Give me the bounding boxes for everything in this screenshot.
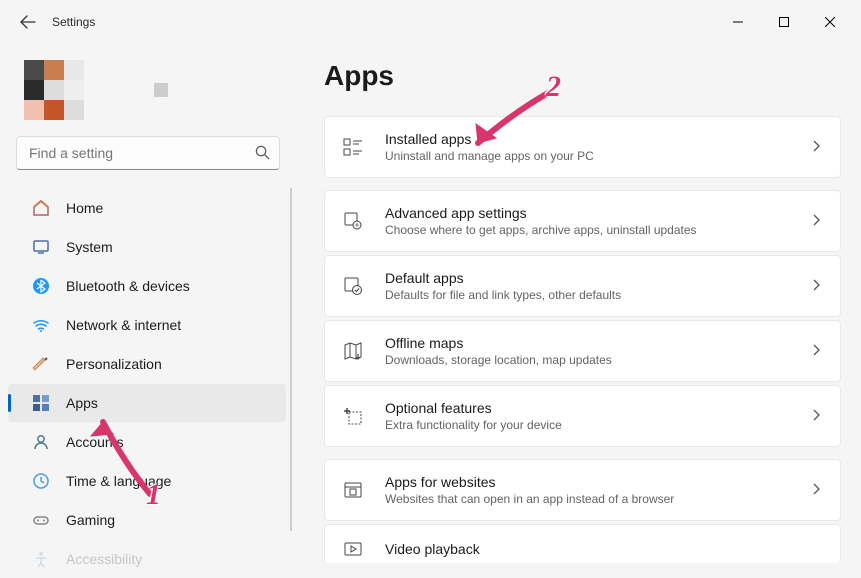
gaming-icon [32, 511, 50, 529]
card-apps-for-websites[interactable]: Apps for websites Websites that can open… [324, 459, 841, 521]
profile-section[interactable] [0, 52, 296, 136]
accessibility-icon [32, 550, 50, 568]
sidebar-item-label: Home [66, 200, 103, 216]
card-desc: Defaults for file and link types, other … [385, 288, 788, 302]
accounts-icon [32, 433, 50, 451]
back-button[interactable] [8, 2, 48, 42]
back-arrow-icon [20, 14, 36, 30]
chevron-right-icon [810, 482, 822, 498]
sidebar-item-accounts[interactable]: Accounts [8, 423, 286, 461]
sidebar-item-gaming[interactable]: Gaming [8, 501, 286, 539]
system-icon [32, 238, 50, 256]
paint-icon [32, 355, 50, 373]
sidebar-item-label: Personalization [66, 356, 162, 372]
card-desc: Extra functionality for your device [385, 418, 788, 432]
sidebar-item-accessibility[interactable]: Accessibility [8, 540, 286, 578]
home-icon [32, 199, 50, 217]
time-icon [32, 472, 50, 490]
card-video-playback[interactable]: Video playback [324, 524, 841, 563]
card-title: Installed apps [385, 131, 788, 147]
card-installed-apps[interactable]: Installed apps Uninstall and manage apps… [324, 116, 841, 178]
sidebar-item-bluetooth[interactable]: Bluetooth & devices [8, 267, 286, 305]
search-input[interactable] [16, 136, 280, 170]
default-apps-icon [343, 276, 363, 296]
sidebar-item-label: Network & internet [66, 317, 181, 333]
card-offline-maps[interactable]: Offline maps Downloads, storage location… [324, 320, 841, 382]
card-desc: Choose where to get apps, archive apps, … [385, 223, 788, 237]
sidebar-item-label: Accessibility [66, 551, 142, 567]
maps-icon [343, 341, 363, 361]
sidebar-item-personalization[interactable]: Personalization [8, 345, 286, 383]
maximize-icon [779, 17, 789, 27]
card-title: Offline maps [385, 335, 788, 351]
sidebar-item-label: Apps [66, 395, 98, 411]
card-advanced-settings[interactable]: Advanced app settings Choose where to ge… [324, 190, 841, 252]
sidebar-item-label: Bluetooth & devices [66, 278, 190, 294]
sidebar-item-system[interactable]: System [8, 228, 286, 266]
sidebar-item-home[interactable]: Home [8, 189, 286, 227]
page-title: Apps [324, 60, 841, 92]
card-optional-features[interactable]: Optional features Extra functionality fo… [324, 385, 841, 447]
sidebar-item-time[interactable]: Time & language [8, 462, 286, 500]
close-icon [825, 17, 835, 27]
sidebar-item-label: Time & language [66, 473, 171, 489]
titlebar: Settings [0, 0, 861, 44]
window-controls [715, 6, 853, 38]
card-title: Advanced app settings [385, 205, 788, 221]
avatar [24, 60, 84, 120]
optional-icon [343, 406, 363, 426]
card-title: Default apps [385, 270, 788, 286]
chevron-right-icon [810, 278, 822, 294]
sidebar-item-label: Accounts [66, 434, 124, 450]
nav-list: Home System Bluetooth & devices Network … [0, 188, 296, 578]
card-title: Apps for websites [385, 474, 788, 490]
chevron-right-icon [810, 213, 822, 229]
apps-icon [32, 394, 50, 412]
search-icon [255, 145, 270, 160]
card-desc: Websites that can open in an app instead… [385, 492, 788, 506]
video-icon [343, 539, 363, 559]
minimize-icon [733, 17, 743, 27]
scrollbar[interactable] [290, 188, 292, 531]
sidebar-item-apps[interactable]: Apps [8, 384, 286, 422]
maximize-button[interactable] [761, 6, 807, 38]
window-title: Settings [52, 15, 95, 29]
content-area: Apps Installed apps Uninstall and manage… [296, 44, 861, 578]
bluetooth-icon [32, 277, 50, 295]
sidebar-item-label: System [66, 239, 113, 255]
card-desc: Uninstall and manage apps on your PC [385, 149, 788, 163]
chevron-right-icon [810, 343, 822, 359]
search-container [16, 136, 280, 170]
installed-apps-icon [343, 137, 363, 157]
card-title: Video playback [385, 541, 822, 557]
status-indicator [154, 83, 168, 97]
websites-icon [343, 480, 363, 500]
card-title: Optional features [385, 400, 788, 416]
advanced-icon [343, 211, 363, 231]
card-default-apps[interactable]: Default apps Defaults for file and link … [324, 255, 841, 317]
sidebar: Home System Bluetooth & devices Network … [0, 44, 296, 578]
sidebar-item-label: Gaming [66, 512, 115, 528]
card-desc: Downloads, storage location, map updates [385, 353, 788, 367]
close-button[interactable] [807, 6, 853, 38]
minimize-button[interactable] [715, 6, 761, 38]
chevron-right-icon [810, 139, 822, 155]
chevron-right-icon [810, 408, 822, 424]
sidebar-item-network[interactable]: Network & internet [8, 306, 286, 344]
wifi-icon [32, 316, 50, 334]
